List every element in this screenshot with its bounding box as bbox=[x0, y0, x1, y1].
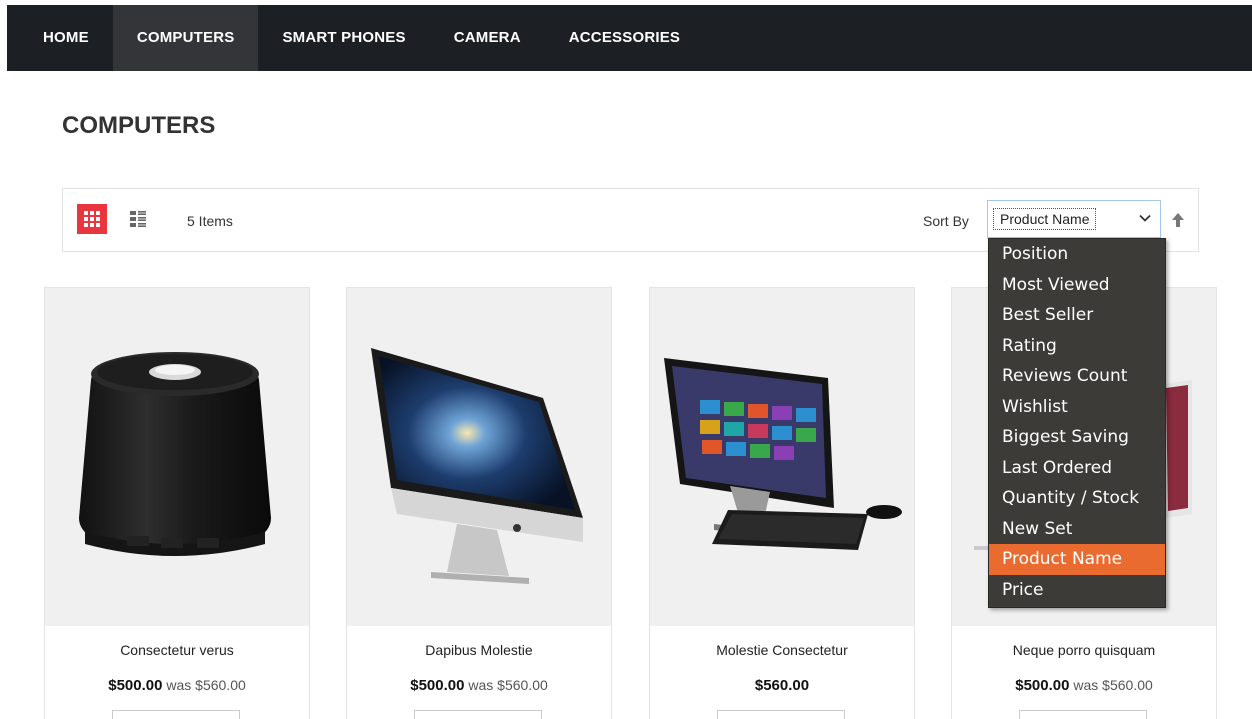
product-image[interactable] bbox=[650, 288, 914, 626]
add-to-cart-button[interactable] bbox=[717, 710, 845, 719]
sort-option-reviews-count[interactable]: Reviews Count bbox=[989, 361, 1165, 392]
nav-computers[interactable]: COMPUTERS bbox=[112, 5, 259, 71]
was-label: was bbox=[468, 677, 494, 693]
product-image[interactable] bbox=[347, 288, 611, 626]
product-card[interactable]: Dapibus Molestie $500.00 was $560.00 bbox=[346, 287, 612, 719]
product-name[interactable]: Neque porro quisquam bbox=[952, 642, 1216, 658]
current-price: $500.00 bbox=[108, 677, 163, 694]
imac-image bbox=[371, 348, 583, 584]
product-name[interactable]: Molestie Consectetur bbox=[650, 642, 914, 658]
sort-option-product-name[interactable]: Product Name bbox=[989, 544, 1165, 575]
nav-smart-phones[interactable]: SMART PHONES bbox=[258, 5, 429, 71]
add-to-cart-button[interactable] bbox=[112, 710, 240, 719]
sort-by-label: Sort By bbox=[923, 213, 969, 229]
list-view-icon bbox=[130, 211, 146, 227]
chevron-down-icon bbox=[1139, 214, 1151, 222]
sort-option-most-viewed[interactable]: Most Viewed bbox=[989, 270, 1165, 301]
product-price: $500.00 was $560.00 bbox=[45, 677, 309, 694]
product-name[interactable]: Consectetur verus bbox=[45, 642, 309, 658]
product-price: $560.00 bbox=[650, 677, 914, 694]
sort-option-new-set[interactable]: New Set bbox=[989, 514, 1165, 545]
sort-option-biggest-saving[interactable]: Biggest Saving bbox=[989, 422, 1165, 453]
speaker-image bbox=[79, 352, 271, 556]
grid-view-icon bbox=[84, 211, 100, 227]
sort-option-position[interactable]: Position bbox=[989, 239, 1165, 270]
current-price: $500.00 bbox=[410, 677, 465, 694]
sort-by-select[interactable]: Product Name bbox=[987, 200, 1161, 238]
all-in-one-pc-image bbox=[664, 358, 902, 550]
current-price: $500.00 bbox=[1015, 677, 1070, 694]
nav-accessories[interactable]: ACCESSORIES bbox=[545, 5, 704, 71]
sort-option-rating[interactable]: Rating bbox=[989, 331, 1165, 362]
sort-option-price[interactable]: Price bbox=[989, 575, 1165, 606]
product-card[interactable]: Consectetur verus $500.00 was $560.00 bbox=[44, 287, 310, 719]
current-price: $560.00 bbox=[754, 677, 810, 694]
product-name[interactable]: Dapibus Molestie bbox=[347, 642, 611, 658]
sort-option-wishlist[interactable]: Wishlist bbox=[989, 392, 1165, 423]
nav-camera[interactable]: CAMERA bbox=[430, 5, 545, 71]
old-price: $560.00 bbox=[497, 677, 548, 693]
old-price: $560.00 bbox=[1102, 677, 1153, 693]
grid-view-button[interactable] bbox=[77, 204, 107, 234]
sort-option-last-ordered[interactable]: Last Ordered bbox=[989, 453, 1165, 484]
product-price: $500.00 was $560.00 bbox=[347, 677, 611, 694]
was-label: was bbox=[1073, 677, 1099, 693]
product-price: $500.00 was $560.00 bbox=[952, 677, 1216, 694]
page-title: COMPUTERS bbox=[62, 112, 216, 139]
list-view-button[interactable] bbox=[123, 204, 153, 234]
arrow-up-icon[interactable] bbox=[1171, 212, 1185, 228]
sort-dropdown-list: Position Most Viewed Best Seller Rating … bbox=[988, 238, 1166, 608]
nav-home[interactable]: HOME bbox=[7, 5, 113, 71]
was-label: was bbox=[166, 677, 192, 693]
old-price: $560.00 bbox=[195, 677, 246, 693]
add-to-cart-button[interactable] bbox=[1019, 710, 1147, 719]
sort-option-quantity-stock[interactable]: Quantity / Stock bbox=[989, 483, 1165, 514]
product-image[interactable] bbox=[45, 288, 309, 626]
product-card[interactable]: Molestie Consectetur $560.00 bbox=[649, 287, 915, 719]
sort-select-value: Product Name bbox=[993, 208, 1097, 230]
top-nav: HOME COMPUTERS SMART PHONES CAMERA ACCES… bbox=[7, 5, 1252, 71]
sort-option-best-seller[interactable]: Best Seller bbox=[989, 300, 1165, 331]
add-to-cart-button[interactable] bbox=[414, 710, 542, 719]
items-count: 5 Items bbox=[187, 213, 233, 229]
